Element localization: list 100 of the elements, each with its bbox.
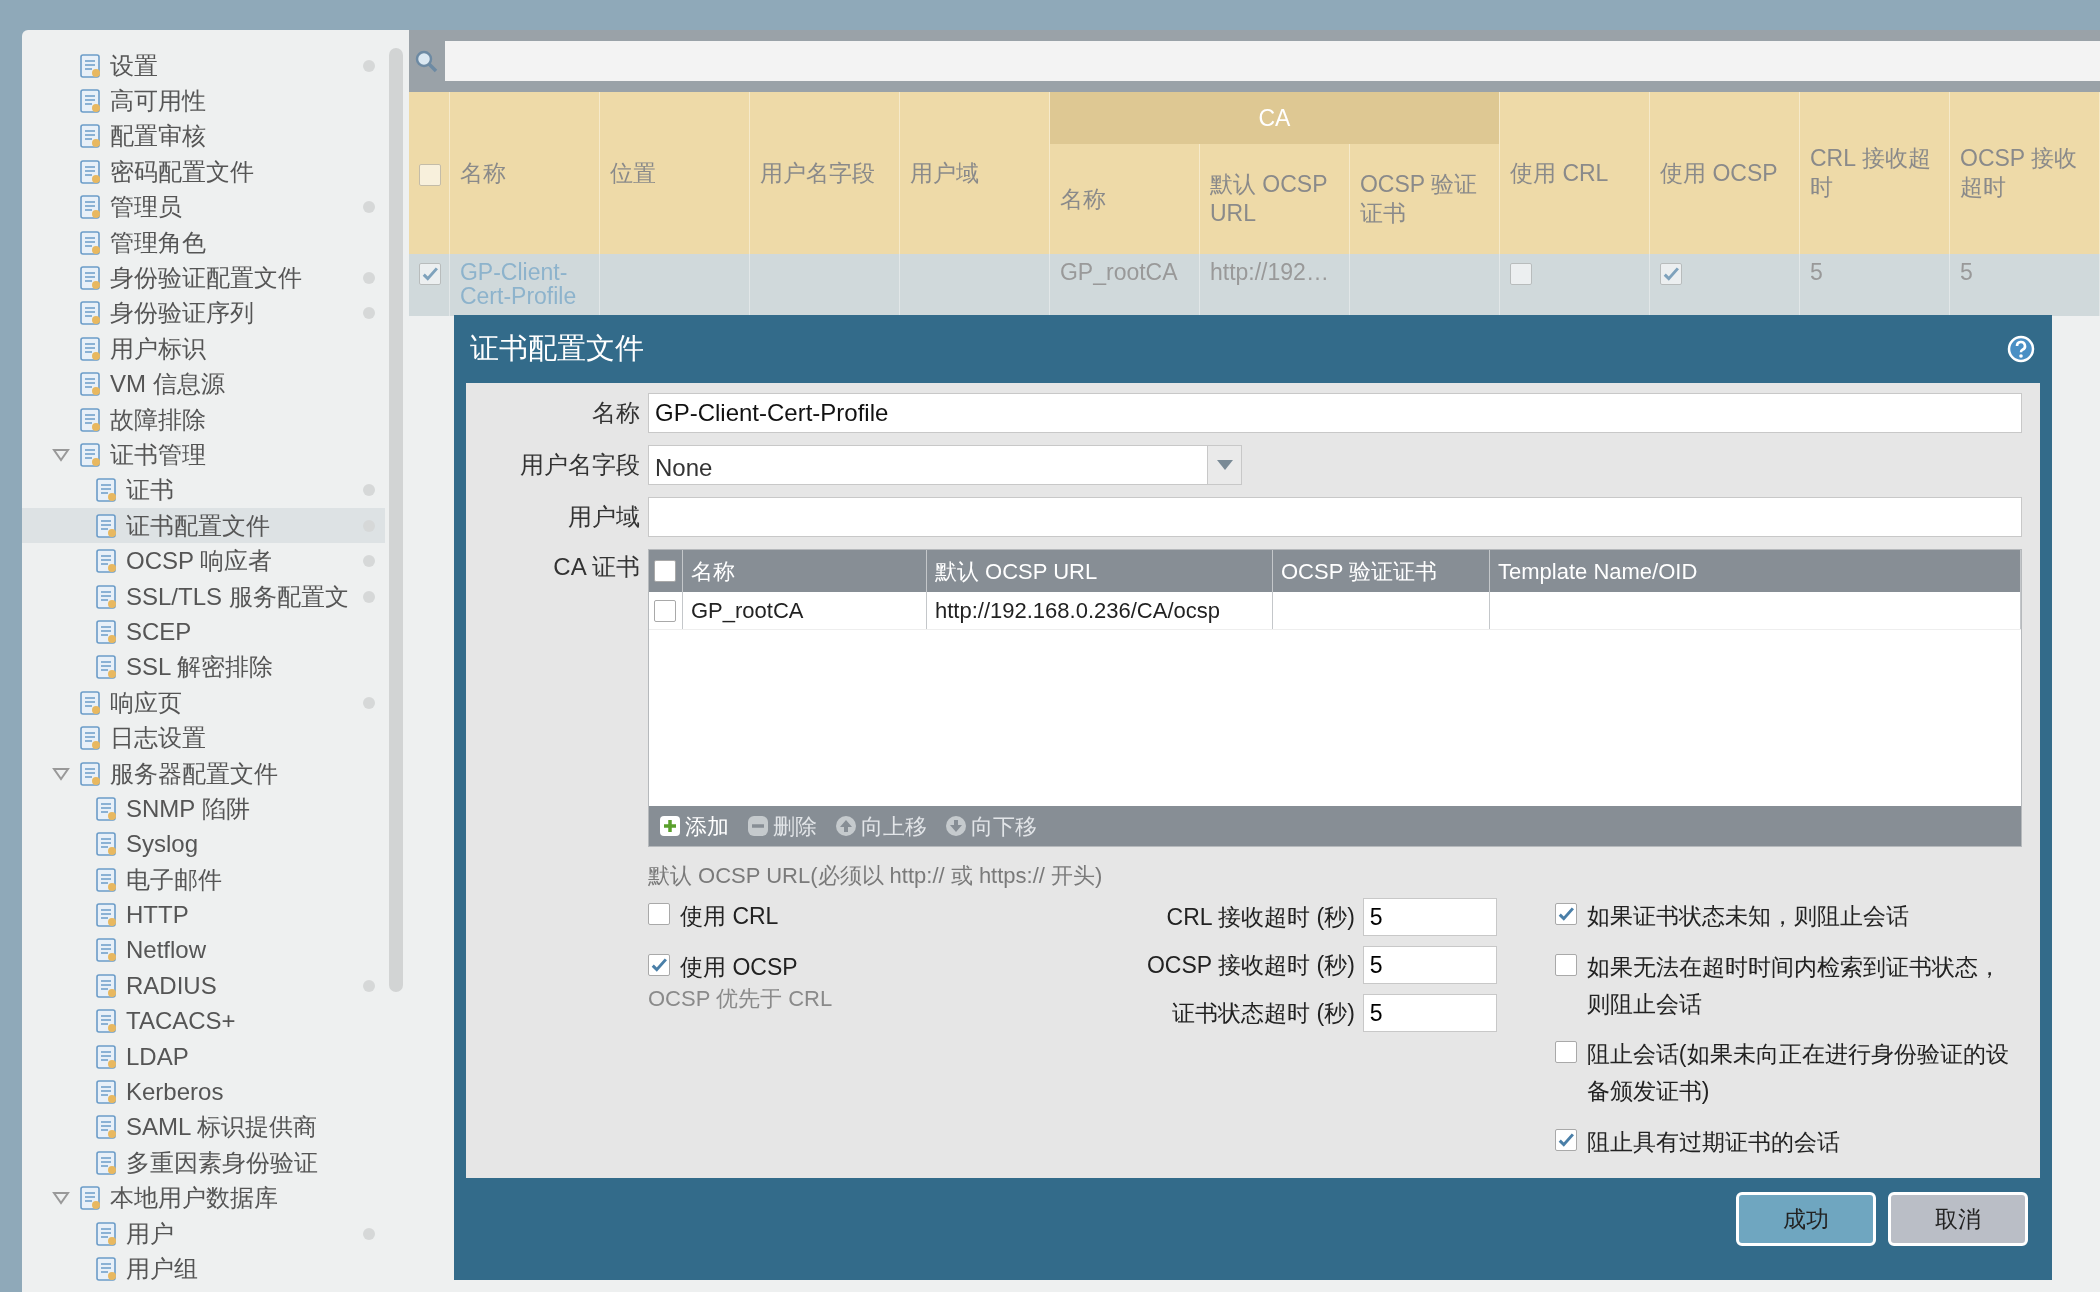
sidebar-item[interactable]: 管理角色: [22, 224, 386, 261]
column-header: 使用 CRL: [1499, 92, 1650, 254]
search-icon: [413, 48, 440, 74]
checkbox[interactable]: [1660, 262, 1682, 285]
table-cell-text: GP_rootCA: [691, 597, 804, 625]
sidebar-item[interactable]: RADIUS: [22, 968, 386, 1004]
checkbox-label: 阻止具有过期证书的会话: [1586, 1128, 1840, 1157]
sidebar-item[interactable]: SCEP: [22, 614, 386, 650]
sidebar-item[interactable]: 用户标识: [22, 331, 386, 367]
sidebar-item[interactable]: 日志设置: [22, 720, 386, 756]
column-header: Template Name/OID: [1498, 557, 1698, 586]
sidebar-item[interactable]: 多重因素身份验证: [22, 1145, 386, 1181]
sidebar-item[interactable]: 身份验证序列: [22, 295, 386, 332]
tree-toggle-icon[interactable]: [52, 1191, 70, 1206]
sidebar-item[interactable]: SSL/TLS 服务配置文: [22, 578, 386, 615]
table-cell-text: http://192.168.0.236/CA/ocsp: [935, 597, 1220, 625]
sidebar-item[interactable]: OCSP 响应者: [22, 543, 386, 579]
sidebar-item[interactable]: 服务器配置文件: [22, 755, 386, 792]
column-header: 名称: [691, 557, 735, 586]
table-cell: GP_rootCA: [1059, 259, 1178, 285]
sidebar-item[interactable]: 响应页: [22, 685, 386, 721]
sidebar-item[interactable]: 用户: [22, 1215, 386, 1252]
sidebar-item[interactable]: 高可用性: [22, 83, 386, 119]
sidebar-item[interactable]: 用户组: [22, 1251, 386, 1287]
checkbox-label: 使用 CRL: [680, 902, 779, 931]
sidebar-item[interactable]: 管理员: [22, 189, 386, 225]
checkbox[interactable]: [419, 262, 442, 285]
scrollbar[interactable]: [389, 48, 404, 992]
sidebar-item[interactable]: Syslog: [22, 826, 386, 862]
checkbox[interactable]: [419, 163, 442, 186]
table-cell: 5: [1960, 259, 1973, 285]
column-header: 使用 OCSP: [1649, 92, 1800, 254]
number-field[interactable]: 5: [1362, 994, 1497, 1032]
search-field[interactable]: [445, 41, 2100, 81]
column-header: OCSP 接收超时: [1949, 92, 2100, 254]
sidebar-item[interactable]: 证书配置文件: [22, 508, 386, 544]
caret-icon: [1216, 460, 1233, 470]
column-group-header: CA: [1049, 92, 1500, 144]
sidebar-item[interactable]: 证书: [22, 472, 386, 509]
sidebar-item[interactable]: LDAP: [22, 1038, 386, 1075]
column-header: 默认 OCSP URL: [935, 557, 1098, 586]
sidebar-item[interactable]: TACACS+: [22, 1003, 386, 1039]
column-header: 位置: [599, 92, 750, 254]
sidebar-item[interactable]: 设置: [22, 48, 386, 84]
sidebar-item[interactable]: VM 信息源: [22, 366, 386, 402]
minus-icon: [747, 815, 769, 837]
checkbox[interactable]: [1510, 262, 1532, 285]
sidebar-item[interactable]: 证书管理: [22, 437, 386, 473]
field-label: 用户域: [567, 502, 640, 532]
plus-icon: [659, 815, 681, 837]
checkbox[interactable]: [1554, 1129, 1577, 1151]
help-icon: [2006, 334, 2036, 364]
sidebar-item[interactable]: 本地用户数据库: [22, 1180, 386, 1216]
sidebar-item[interactable]: SNMP 陷阱: [22, 791, 386, 827]
column-header: 默认 OCSP URL: [1199, 144, 1350, 254]
checkbox-label: 如果证书状态未知，则阻止会话: [1586, 902, 1909, 931]
checkbox[interactable]: [648, 953, 670, 976]
field-label: OCSP 接收超时 (秒): [1146, 950, 1355, 980]
sidebar-item[interactable]: Netflow: [22, 932, 386, 969]
column-header: OCSP 验证证书: [1349, 144, 1500, 254]
sidebar-item[interactable]: 故障排除: [22, 401, 386, 438]
checkbox[interactable]: [1554, 1041, 1577, 1064]
sidebar-item[interactable]: Kerberos: [22, 1074, 386, 1110]
number-field[interactable]: 5: [1362, 898, 1497, 936]
hint-text: 默认 OCSP URL(必须以 http:// 或 https:// 开头): [648, 862, 1104, 890]
sidebar-item[interactable]: SAML 标识提供商: [22, 1109, 386, 1146]
text-field[interactable]: GP-Client-Cert-Profile: [648, 393, 2022, 433]
column-header: CRL 接收超时: [1799, 92, 1950, 254]
toolbar-button[interactable]: 添加: [659, 809, 729, 843]
dialog-title: 证书配置文件: [470, 331, 644, 367]
field-label: 用户名字段: [519, 450, 640, 480]
column-header: 用户名字段: [749, 92, 900, 254]
sidebar-item[interactable]: HTTP: [22, 897, 386, 933]
checkbox[interactable]: [1554, 903, 1577, 925]
cancel-button[interactable]: 取消: [1888, 1192, 2028, 1246]
sidebar-item[interactable]: 密码配置文件: [22, 154, 386, 190]
checkbox[interactable]: [654, 560, 676, 582]
checkbox[interactable]: [654, 599, 676, 622]
checkbox-label: 使用 OCSP: [680, 952, 798, 982]
tree-toggle-icon[interactable]: [52, 766, 70, 781]
table-cell: 5: [1810, 259, 1823, 285]
field-label: CRL 接收超时 (秒): [1166, 902, 1355, 932]
number-field[interactable]: 5: [1362, 946, 1497, 984]
sidebar-item[interactable]: 配置审核: [22, 118, 386, 155]
field-label: 名称: [591, 398, 640, 428]
tree-toggle-icon[interactable]: [52, 448, 70, 462]
sidebar-item[interactable]: 身份验证配置文件: [22, 260, 386, 296]
note-text: OCSP 优先于 CRL: [648, 984, 834, 1013]
sidebar-item[interactable]: SSL 解密排除: [22, 649, 386, 686]
column-header: 名称: [449, 92, 600, 254]
checkbox-label: 如果无法在超时时间内检索到证书状态，则阻止会话: [1586, 952, 2002, 1019]
dropdown[interactable]: None: [648, 445, 1242, 485]
checkbox[interactable]: [648, 903, 670, 925]
sidebar-item[interactable]: 电子邮件: [22, 862, 386, 898]
field-label: CA 证书: [552, 552, 640, 582]
text-field[interactable]: [648, 497, 2022, 537]
ok-button[interactable]: 成功: [1736, 1192, 1876, 1246]
checkbox-label: 阻止会话(如果未向正在进行身份验证的设备颁发证书): [1586, 1040, 2010, 1107]
checkbox[interactable]: [1554, 953, 1577, 976]
column-header: 用户域: [899, 92, 1050, 254]
